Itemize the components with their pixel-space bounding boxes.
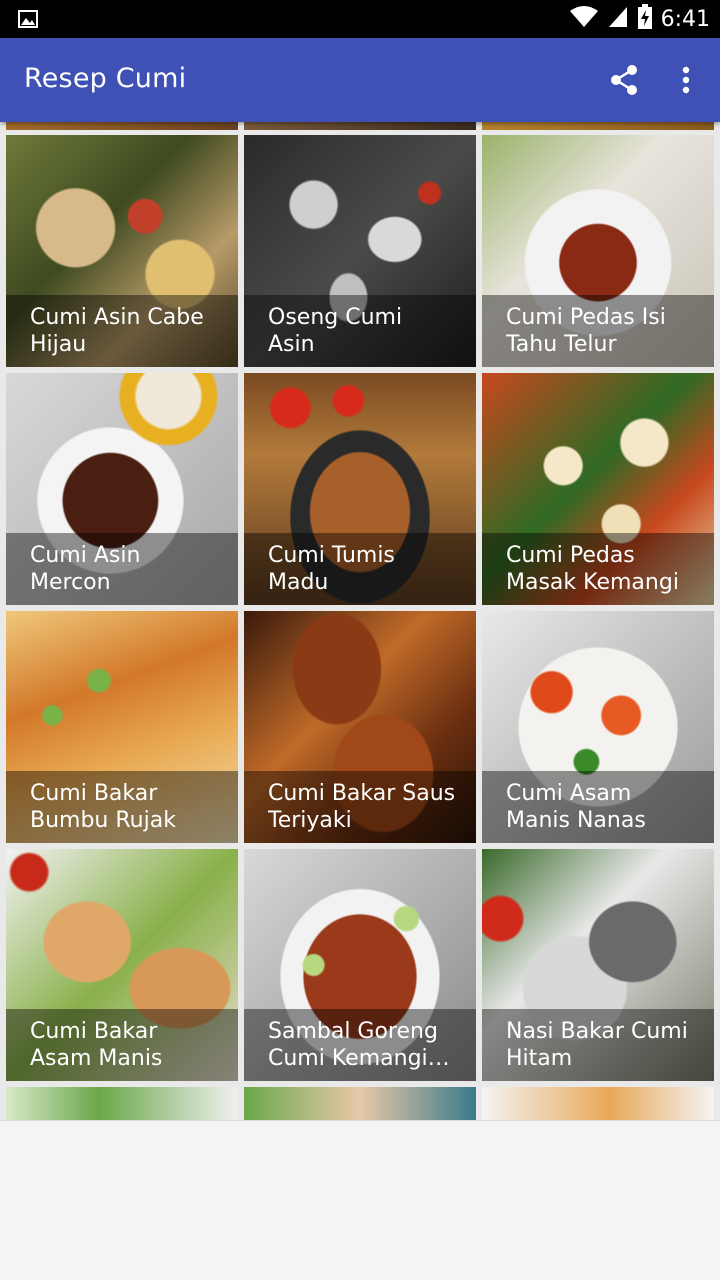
recipe-caption: Cumi Pedas Masak Kemangi bbox=[482, 533, 714, 605]
recipe-caption: Cumi Pedas Isi Tahu Telur bbox=[482, 295, 714, 367]
recipe-caption: Sambal Goreng Cumi Kemangi… bbox=[244, 1009, 476, 1081]
recipe-title: Sambal Goreng Cumi Kemangi… bbox=[268, 1019, 450, 1071]
recipe-card[interactable]: Cumi Bakar Saus Teriyaki bbox=[244, 611, 476, 843]
recipe-title: Cumi Bakar Saus Teriyaki bbox=[268, 781, 456, 833]
recipe-caption: Nasi Bakar Cumi Hitam bbox=[482, 1009, 714, 1081]
recipe-card[interactable]: Cumi Bakar Asam Manis bbox=[6, 849, 238, 1081]
recipe-caption: Cumi Asam Manis Nanas bbox=[482, 771, 714, 843]
recipe-card[interactable]: Cumi Pedas Masak Kemangi bbox=[482, 373, 714, 605]
wifi-icon bbox=[569, 5, 599, 33]
cell-signal-icon bbox=[607, 5, 629, 33]
recipe-caption: Cumi Bakar Saus Teriyaki bbox=[244, 771, 476, 843]
recipe-title: Cumi Bakar Asam Manis bbox=[30, 1019, 163, 1071]
recipe-card[interactable]: Nasi Bakar Cumi Hitam bbox=[482, 849, 714, 1081]
recipe-caption: Cumi Tumis Madu bbox=[244, 533, 476, 605]
recipe-title: Oseng Cumi Asin bbox=[268, 305, 403, 357]
recipe-card[interactable]: Oseng Cumi Asin bbox=[244, 135, 476, 367]
recipe-title: Cumi Asin Mercon bbox=[30, 543, 141, 595]
image-notification-icon bbox=[18, 10, 38, 28]
recipe-caption: Cumi Asin Mercon bbox=[6, 533, 238, 605]
battery-charging-icon bbox=[637, 4, 653, 34]
recipe-title: Cumi Asam Manis Nanas bbox=[506, 781, 646, 833]
recipe-card[interactable]: Cumi Pedas Isi Tahu Telur bbox=[482, 135, 714, 367]
recipe-card-partial[interactable] bbox=[482, 122, 714, 130]
recipe-title: Cumi Tumis Madu bbox=[268, 543, 395, 595]
recipe-title: Cumi Asin Cabe Hijau bbox=[30, 305, 204, 357]
recipe-card-partial[interactable] bbox=[6, 1087, 238, 1120]
status-bar: 6:41 bbox=[0, 0, 720, 38]
recipe-card[interactable]: Cumi Asin Mercon bbox=[6, 373, 238, 605]
recipe-card[interactable]: Cumi Bakar Bumbu Rujak bbox=[6, 611, 238, 843]
recipe-caption: Oseng Cumi Asin bbox=[244, 295, 476, 367]
clock-time: 6:41 bbox=[660, 6, 710, 32]
recipe-caption: Cumi Asin Cabe Hijau bbox=[6, 295, 238, 367]
recipe-title: Cumi Pedas Isi Tahu Telur bbox=[506, 305, 666, 357]
more-vert-icon[interactable] bbox=[668, 60, 704, 100]
recipe-title: Nasi Bakar Cumi Hitam bbox=[506, 1019, 688, 1071]
recipe-card[interactable]: Cumi Asam Manis Nanas bbox=[482, 611, 714, 843]
share-icon[interactable] bbox=[604, 60, 644, 100]
recipe-card-partial[interactable] bbox=[6, 122, 238, 130]
recipe-card[interactable]: Sambal Goreng Cumi Kemangi… bbox=[244, 849, 476, 1081]
recipe-card[interactable]: Cumi Tumis Madu bbox=[244, 373, 476, 605]
recipe-title: Cumi Pedas Masak Kemangi bbox=[506, 543, 679, 595]
empty-footer-area bbox=[0, 1120, 720, 1280]
recipe-card-partial[interactable] bbox=[244, 1087, 476, 1120]
recipe-card[interactable]: Cumi Asin Cabe Hijau bbox=[6, 135, 238, 367]
app-bar: Resep Cumi bbox=[0, 38, 720, 122]
recipe-caption: Cumi Bakar Bumbu Rujak bbox=[6, 771, 238, 843]
recipe-grid[interactable]: Cumi Asin Cabe Hijau Oseng Cumi Asin Cum… bbox=[0, 122, 720, 1120]
recipe-card-partial[interactable] bbox=[482, 1087, 714, 1120]
recipe-card-partial[interactable] bbox=[244, 122, 476, 130]
app-title: Resep Cumi bbox=[24, 63, 187, 94]
recipe-title: Cumi Bakar Bumbu Rujak bbox=[30, 781, 176, 833]
recipe-caption: Cumi Bakar Asam Manis bbox=[6, 1009, 238, 1081]
